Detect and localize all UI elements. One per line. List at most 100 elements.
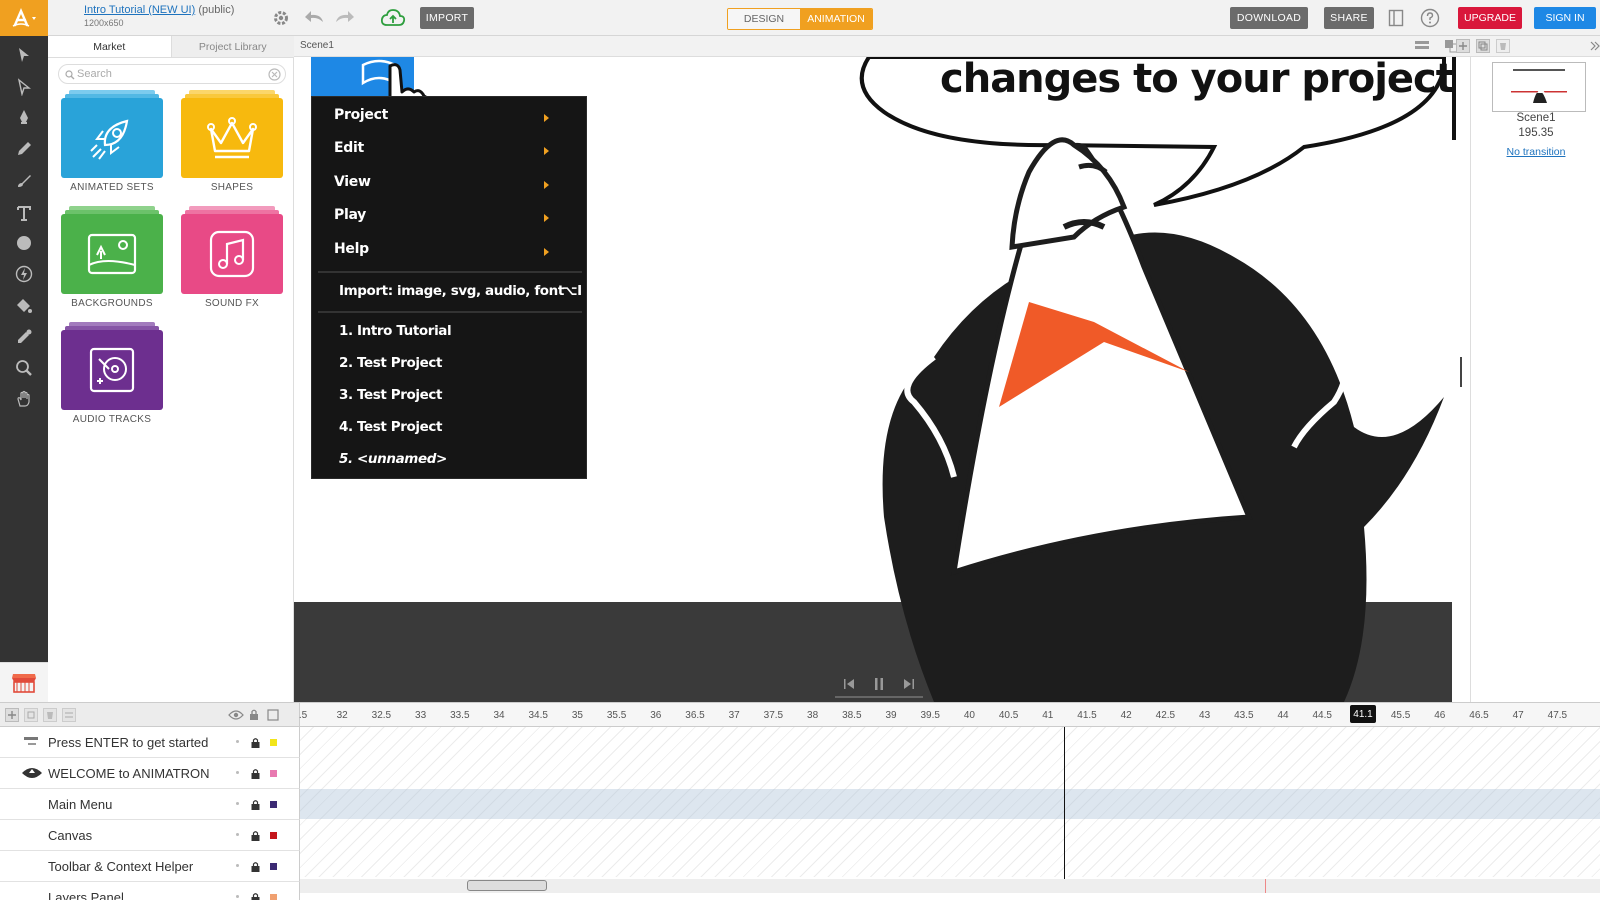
category-shapes[interactable]: SHAPES [180, 90, 284, 193]
layer-color-swatch[interactable] [270, 770, 277, 777]
category-audio-tracks[interactable]: AUDIO TRACKS [60, 322, 164, 425]
visibility-dot[interactable] [236, 740, 239, 743]
timeline-ruler[interactable]: .5 32 32.5 33 33.5 34 34.5 35 35.5 36 36.5 37 37.5 38… [299, 703, 1600, 727]
share-button[interactable]: SHARE [1324, 7, 1374, 29]
crown-icon [207, 117, 257, 159]
menu-item-help[interactable]: Help [334, 241, 369, 257]
pen-tool-icon[interactable] [15, 108, 33, 126]
recent-project-item[interactable]: 5. <unnamed> [339, 451, 447, 467]
redo-icon[interactable] [334, 8, 356, 26]
visibility-dot[interactable] [236, 833, 239, 836]
search-input[interactable]: Search [58, 64, 286, 84]
rocket-icon [90, 119, 129, 160]
pause-icon[interactable] [873, 677, 885, 691]
delete-layer-icon[interactable] [43, 708, 57, 722]
recent-project-item[interactable]: 1. Intro Tutorial [339, 323, 452, 339]
layer-color-swatch[interactable] [270, 863, 277, 870]
skip-forward-icon[interactable] [903, 678, 915, 690]
timeline-scrollbar[interactable] [300, 879, 1600, 893]
ellipse-tool-icon[interactable] [15, 234, 33, 252]
help-icon[interactable] [1420, 8, 1440, 28]
delete-scene-icon[interactable] [1496, 39, 1510, 53]
layer-options-icon[interactable] [62, 708, 76, 722]
outline-toggle-icon[interactable] [267, 709, 279, 721]
layer-color-swatch[interactable] [270, 832, 277, 839]
category-animated-sets[interactable]: ANIMATED SETS [60, 90, 164, 193]
collapse-panel-icon[interactable] [1590, 40, 1600, 52]
playhead[interactable] [1064, 727, 1065, 879]
menu-item-project[interactable]: Project [334, 107, 388, 123]
recent-project-item[interactable]: 2. Test Project [339, 355, 442, 371]
magic-tool-icon[interactable] [15, 265, 33, 283]
lock-icon[interactable] [251, 892, 260, 900]
clear-search-icon[interactable] [268, 68, 281, 81]
duplicate-scene-icon[interactable] [1476, 39, 1490, 53]
pencil-icon[interactable] [15, 140, 33, 158]
align-icon[interactable] [1414, 39, 1430, 53]
panel-toggle-icon[interactable] [1388, 9, 1404, 27]
timeline-scroll-thumb[interactable] [467, 880, 547, 891]
menu-item-edit[interactable]: Edit [334, 140, 364, 156]
ruler-tick-label: 44.5 [1312, 710, 1332, 721]
visibility-dot[interactable] [236, 895, 239, 898]
upgrade-button[interactable]: UPGRADE [1458, 7, 1522, 29]
layer-color-swatch[interactable] [270, 894, 277, 900]
eyedropper-icon[interactable] [15, 328, 33, 346]
current-time-badge[interactable]: 41.1 [1350, 705, 1376, 723]
undo-icon[interactable] [303, 8, 325, 26]
add-scene-icon[interactable] [1456, 39, 1470, 53]
project-title-link[interactable]: Intro Tutorial (NEW UI) [84, 4, 195, 16]
layer-color-swatch[interactable] [270, 739, 277, 746]
visibility-dot[interactable] [236, 864, 239, 867]
layer-row[interactable]: Press ENTER to get started [0, 727, 300, 758]
market-button[interactable] [0, 662, 48, 702]
text-tool-icon[interactable] [15, 204, 33, 222]
mode-design-tab[interactable]: DESIGN [728, 9, 800, 29]
visibility-dot[interactable] [236, 802, 239, 805]
lock-icon[interactable] [251, 737, 260, 748]
cloud-save-icon[interactable] [380, 7, 406, 29]
menu-item-import[interactable]: Import: image, svg, audio, font [339, 283, 564, 299]
hand-tool-icon[interactable] [15, 390, 33, 408]
select-arrow-icon[interactable] [15, 46, 33, 64]
layer-row[interactable]: Canvas [0, 820, 300, 851]
visibility-dot[interactable] [236, 771, 239, 774]
lock-icon[interactable] [251, 768, 260, 779]
layer-row[interactable]: Toolbar & Context Helper [0, 851, 300, 882]
scene-thumbnail[interactable] [1492, 62, 1586, 112]
zoom-icon[interactable] [15, 359, 33, 377]
tab-market[interactable]: Market [48, 36, 171, 57]
gear-icon[interactable] [272, 9, 290, 27]
category-backgrounds[interactable]: BACKGROUNDS [60, 206, 164, 309]
panel-divider[interactable] [1452, 57, 1470, 702]
layer-color-swatch[interactable] [270, 801, 277, 808]
layer-row[interactable]: Main Menu [0, 789, 300, 820]
scene-breadcrumb[interactable]: Scene1 [300, 40, 334, 51]
menu-item-view[interactable]: View [334, 174, 371, 190]
skip-back-icon[interactable] [843, 678, 855, 690]
scene-transition-link[interactable]: No transition [1471, 146, 1600, 158]
paint-bucket-icon[interactable] [15, 297, 33, 315]
import-button[interactable]: IMPORT [420, 7, 474, 29]
animatron-logo[interactable] [0, 0, 48, 36]
lock-icon[interactable] [251, 799, 260, 810]
direct-select-icon[interactable] [15, 78, 33, 96]
sign-in-button[interactable]: SIGN IN [1534, 7, 1596, 29]
menu-item-play[interactable]: Play [334, 207, 366, 223]
lock-icon[interactable] [251, 861, 260, 872]
timeline-tracks[interactable] [300, 727, 1600, 877]
lock-all-icon[interactable] [249, 708, 259, 721]
tab-project-library[interactable]: Project Library [170, 36, 294, 57]
add-layer-icon[interactable] [5, 708, 19, 722]
lock-icon[interactable] [251, 830, 260, 841]
recent-project-item[interactable]: 3. Test Project [339, 387, 442, 403]
duplicate-layer-icon[interactable] [24, 708, 38, 722]
layer-row[interactable]: WELCOME to ANIMATRON [0, 758, 300, 789]
category-sound-fx[interactable]: SOUND FX [180, 206, 284, 309]
brush-icon[interactable] [15, 172, 33, 190]
mode-animation-tab[interactable]: ANIMATION [800, 9, 872, 29]
layer-row[interactable]: Layers Panel [0, 882, 300, 900]
visibility-eye-icon[interactable] [228, 709, 244, 721]
download-button[interactable]: DOWNLOAD [1230, 7, 1308, 29]
recent-project-item[interactable]: 4. Test Project [339, 419, 442, 435]
